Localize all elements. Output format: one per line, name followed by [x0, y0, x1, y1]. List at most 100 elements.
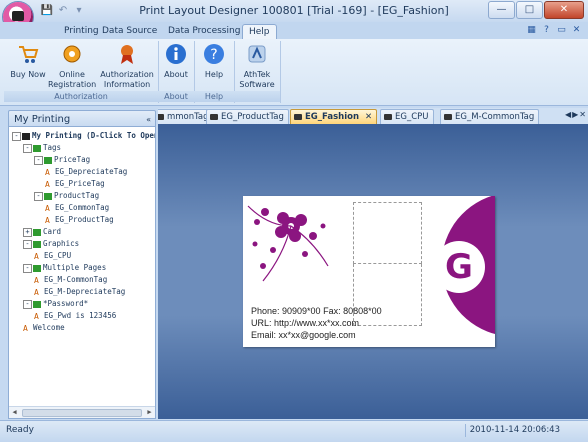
- group-label-authorization: Authorization: [4, 91, 158, 102]
- cart-icon: [19, 46, 39, 63]
- authorization-information-label: Authorization Information: [100, 70, 154, 89]
- scroll-right-icon[interactable]: ▶: [145, 408, 154, 417]
- expand-icon[interactable]: +: [23, 227, 32, 237]
- tree-node[interactable]: - My Printing (D-Click To Open): [12, 130, 155, 141]
- tree-node[interactable]: - Multiple Pages: [23, 262, 106, 273]
- label-template-icon: A: [34, 275, 39, 285]
- collapse-icon[interactable]: -: [23, 143, 32, 153]
- authorization-information-button[interactable]: Authorization Information: [98, 43, 156, 90]
- design-canvas[interactable]: G Phone: 90909*00 Fax: 80808*00 URL: htt…: [158, 124, 588, 419]
- tree-node[interactable]: + Card: [23, 226, 61, 237]
- gear-icon: [63, 45, 81, 63]
- doc-tab-eg-fashion[interactable]: EG_Fashion ✕: [290, 109, 378, 124]
- collapse-icon[interactable]: -: [23, 239, 32, 249]
- card-phone-text: Phone: 90909*00 Fax: 80808*00: [251, 306, 382, 316]
- tree-node[interactable]: A EG_ProductTag: [45, 214, 114, 225]
- folder-icon: [33, 264, 41, 272]
- status-text: Ready: [6, 425, 34, 435]
- online-registration-button[interactable]: Online Registration: [48, 43, 96, 90]
- tab-scroll-right-icon[interactable]: ▶: [572, 110, 578, 119]
- buy-now-label: Buy Now: [10, 70, 46, 79]
- ribbon-tab-bar: Printing Data Source Data Processing Hel…: [0, 22, 588, 40]
- tree-node-label: EG_ProductTag: [55, 215, 114, 224]
- tree-node-label: ProductTag: [54, 191, 100, 200]
- restore-icon[interactable]: ▭: [556, 25, 567, 36]
- group-label-about: About: [158, 91, 194, 102]
- group-help: ? Help Help: [194, 41, 235, 103]
- tree-node[interactable]: - Tags: [23, 142, 61, 153]
- group-label-help: Help: [194, 91, 234, 102]
- label-template-icon: A: [34, 311, 39, 321]
- scroll-thumb[interactable]: [22, 409, 142, 417]
- tree-node[interactable]: - ProductTag: [34, 190, 99, 201]
- ribbon-award-icon: [121, 45, 133, 64]
- close-document-icon[interactable]: ✕: [579, 110, 586, 119]
- close-button[interactable]: ✕: [544, 1, 584, 19]
- tree-node[interactable]: A EG_PriceTag: [45, 178, 105, 189]
- tree-node-label: EG_CommonTag: [55, 203, 110, 212]
- tree-node[interactable]: - Graphics: [23, 238, 79, 249]
- tree-node[interactable]: A EG_CPU: [34, 250, 71, 261]
- collapse-icon[interactable]: -: [12, 131, 21, 141]
- image-placeholder-top[interactable]: [353, 202, 422, 264]
- maximize-button[interactable]: □: [516, 1, 543, 19]
- tree-node-label: Card: [43, 227, 62, 236]
- close-tab-icon[interactable]: ✕: [365, 112, 372, 122]
- layout-icon[interactable]: ▦: [526, 25, 537, 36]
- tab-data-source[interactable]: Data Source: [96, 24, 163, 39]
- label-template-icon: A: [45, 215, 50, 225]
- tree-node[interactable]: A EG_M-DepreciateTag: [34, 286, 125, 297]
- collapse-icon[interactable]: -: [34, 191, 43, 201]
- card-url-text: URL: http://www.xx*xx.com: [251, 318, 360, 328]
- label-template-icon: A: [23, 323, 28, 333]
- pane-title: My Printing: [14, 114, 71, 125]
- athtek-software-label: AthTek Software: [239, 70, 275, 89]
- collapse-icon[interactable]: -: [23, 299, 32, 309]
- card-email-text: Email: xx*xx@google.com: [251, 330, 356, 340]
- buy-now-button[interactable]: Buy Now: [8, 43, 48, 80]
- image-placeholder-bottom[interactable]: [353, 264, 422, 326]
- doc-tab-eg-producttag[interactable]: EG_ProductTag: [206, 109, 289, 124]
- help-button[interactable]: ? Help: [198, 43, 230, 80]
- minimize-button[interactable]: —: [488, 1, 515, 19]
- tree-node[interactable]: A Welcome: [23, 322, 65, 333]
- tree-node-label: EG_DepreciateTag: [55, 167, 128, 176]
- fashion-card[interactable]: G Phone: 90909*00 Fax: 80808*00 URL: htt…: [243, 196, 495, 347]
- collapse-icon[interactable]: -: [34, 155, 43, 165]
- ribbon-extra-controls: ▦ ? ▭ ✕: [526, 25, 582, 36]
- tree-node[interactable]: A EG_DepreciateTag: [45, 166, 127, 177]
- my-printing-pane-header[interactable]: My Printing «: [8, 110, 156, 127]
- label-template-icon: A: [45, 167, 50, 177]
- tree-node[interactable]: A EG_CommonTag: [45, 202, 109, 213]
- tab-help[interactable]: Help: [242, 24, 277, 40]
- close-doc-icon[interactable]: ✕: [571, 25, 582, 36]
- doc-tab-eg-cpu[interactable]: EG_CPU: [380, 109, 434, 124]
- label-template-icon: A: [34, 251, 39, 261]
- folder-icon: [44, 156, 52, 164]
- athtek-software-button[interactable]: AthTek Software: [236, 43, 278, 90]
- about-button[interactable]: About: [160, 43, 192, 80]
- help-circle-icon[interactable]: ?: [541, 25, 552, 36]
- tree-node[interactable]: A EG_Pwd is 123456: [34, 310, 116, 321]
- doc-tab-eg-m-commontag[interactable]: EG_M-CommonTag: [440, 109, 540, 124]
- group-about: About About: [158, 41, 195, 103]
- svg-text:?: ?: [210, 47, 217, 63]
- tree-node[interactable]: - *Password*: [23, 298, 88, 309]
- tree-node[interactable]: A EG_M-CommonTag: [34, 274, 107, 285]
- folder-icon: [33, 300, 41, 308]
- window-controls: — □ ✕: [488, 1, 584, 19]
- printing-tree: - My Printing (D-Click To Open) - Tags - Pric…: [8, 127, 156, 419]
- tab-scroll-left-icon[interactable]: ◀: [565, 110, 571, 119]
- folder-icon: [33, 240, 41, 248]
- collapse-icon[interactable]: -: [23, 263, 32, 273]
- status-bar: Ready 2010-11-14 20:06:43: [0, 420, 588, 442]
- pane-collapse-icon[interactable]: «: [146, 111, 151, 128]
- tree-node[interactable]: - PriceTag: [34, 154, 90, 165]
- scroll-left-icon[interactable]: ◀: [10, 408, 19, 417]
- tree-node-label: EG_M-CommonTag: [44, 275, 108, 284]
- tab-data-processing[interactable]: Data Processing: [162, 24, 246, 39]
- online-registration-label: Online Registration: [48, 70, 97, 89]
- tree-horizontal-scrollbar[interactable]: ◀ ▶: [9, 406, 155, 418]
- folder-icon: [44, 192, 52, 200]
- group-athtek: AthTek Software: [234, 41, 281, 103]
